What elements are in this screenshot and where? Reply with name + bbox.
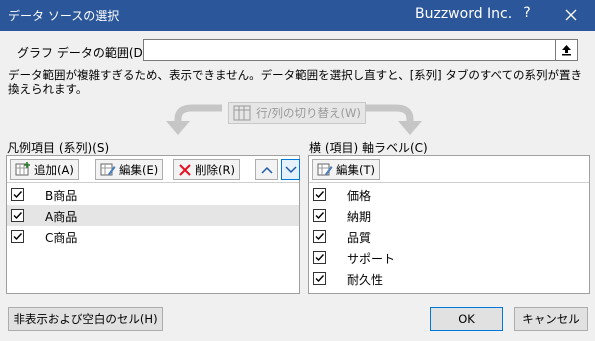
edit-icon <box>317 163 333 176</box>
edit-icon <box>100 163 116 176</box>
category-row[interactable]: 耐久性 <box>309 268 589 289</box>
axis-toolbar: 編集(T) <box>309 156 589 183</box>
delete-series-button[interactable]: 削除(R) <box>173 159 240 180</box>
category-checkbox[interactable] <box>313 251 326 264</box>
checkmark-icon <box>13 212 23 220</box>
category-label: 耐久性 <box>347 273 384 287</box>
warning-message: データ範囲が複雑すぎるため、表示できません。データ範囲を選択し直すと、[系列] … <box>8 68 583 96</box>
axis-category-list: 価格 納期 品質 サポート 耐久性 <box>309 184 589 289</box>
category-checkbox[interactable] <box>313 230 326 243</box>
add-series-button[interactable]: 追加(A) <box>10 159 79 180</box>
edit-series-label: 編集(E) <box>119 162 159 177</box>
close-button[interactable] <box>556 3 586 27</box>
chevron-down-icon <box>284 165 297 173</box>
chevron-up-icon <box>260 166 273 174</box>
range-collapse-button[interactable] <box>555 39 578 61</box>
switch-row-column-label: 行/列の切り替え(W) <box>256 106 361 120</box>
cancel-button[interactable]: キャンセル <box>514 307 588 331</box>
curved-arrow-left-icon <box>166 104 222 135</box>
range-label: グラフ データの範囲(D): <box>17 46 152 60</box>
edit-axis-labels-button[interactable]: 編集(T) <box>312 159 380 180</box>
category-row[interactable]: サポート <box>309 247 589 268</box>
axis-labels-label: 横 (項目) 軸ラベル(C) <box>309 141 428 155</box>
collapse-dialog-icon <box>562 45 571 56</box>
checkmark-icon <box>13 191 23 199</box>
series-row[interactable]: C商品 <box>7 226 299 247</box>
edit-series-button[interactable]: 編集(E) <box>95 159 164 180</box>
ok-button[interactable]: OK <box>430 307 503 331</box>
series-checkbox[interactable] <box>11 209 24 222</box>
series-label: A商品 <box>45 210 78 224</box>
series-row[interactable]: A商品 <box>7 205 299 226</box>
checkmark-icon <box>315 233 325 241</box>
series-checkbox[interactable] <box>11 188 24 201</box>
category-label: 納期 <box>347 210 372 224</box>
category-checkbox[interactable] <box>313 209 326 222</box>
category-label: 価格 <box>347 189 372 203</box>
checkmark-icon <box>315 254 325 262</box>
checkmark-icon <box>315 191 325 199</box>
dialog-body: グラフ データの範囲(D): データ範囲が複雑すぎるため、表示できません。データ… <box>0 31 595 341</box>
category-label: サポート <box>347 252 396 266</box>
edit-axis-labels-label: 編集(T) <box>336 162 375 177</box>
move-down-button[interactable] <box>281 159 300 180</box>
category-checkbox[interactable] <box>313 188 326 201</box>
legend-series-list: B商品 A商品 C商品 <box>7 184 299 247</box>
switch-row-column-icon <box>233 105 251 121</box>
add-icon <box>15 162 30 176</box>
category-row[interactable]: 価格 <box>309 184 589 205</box>
hidden-empty-cells-button[interactable]: 非表示および空白のセル(H) <box>8 307 163 331</box>
add-series-label: 追加(A) <box>34 162 74 177</box>
window-title: データ ソースの選択 <box>8 9 120 23</box>
series-label: C商品 <box>45 231 78 245</box>
checkmark-icon <box>13 233 23 241</box>
help-button[interactable]: ? <box>520 5 534 21</box>
legend-entries-label: 凡例項目 (系列)(S) <box>7 141 110 155</box>
category-row[interactable]: 納期 <box>309 205 589 226</box>
title-bar: データ ソースの選択 Buzzword Inc. ? <box>0 0 595 31</box>
series-row[interactable]: B商品 <box>7 184 299 205</box>
delete-series-label: 削除(R) <box>195 162 235 177</box>
checkmark-icon <box>315 212 325 220</box>
chart-range-input[interactable] <box>143 39 578 61</box>
category-checkbox[interactable] <box>313 272 326 285</box>
series-checkbox[interactable] <box>11 230 24 243</box>
legend-toolbar: 追加(A) 編集(E) 削除(R) <box>7 156 300 183</box>
legend-entries-panel: 追加(A) 編集(E) 削除(R) B商品 A商品 C商品 <box>6 155 300 294</box>
delete-icon <box>179 163 191 176</box>
axis-labels-panel: 編集(T) 価格 納期 品質 サポート 耐久性 <box>308 155 590 294</box>
category-row[interactable]: 品質 <box>309 226 589 247</box>
curved-arrow-right-icon <box>366 104 422 135</box>
close-icon <box>565 9 577 21</box>
category-label: 品質 <box>347 231 372 245</box>
checkmark-icon <box>315 275 325 283</box>
move-up-button[interactable] <box>255 159 278 180</box>
switch-row-column-button[interactable]: 行/列の切り替え(W) <box>228 102 366 124</box>
series-label: B商品 <box>45 189 78 203</box>
brand-label: Buzzword Inc. <box>415 6 513 22</box>
